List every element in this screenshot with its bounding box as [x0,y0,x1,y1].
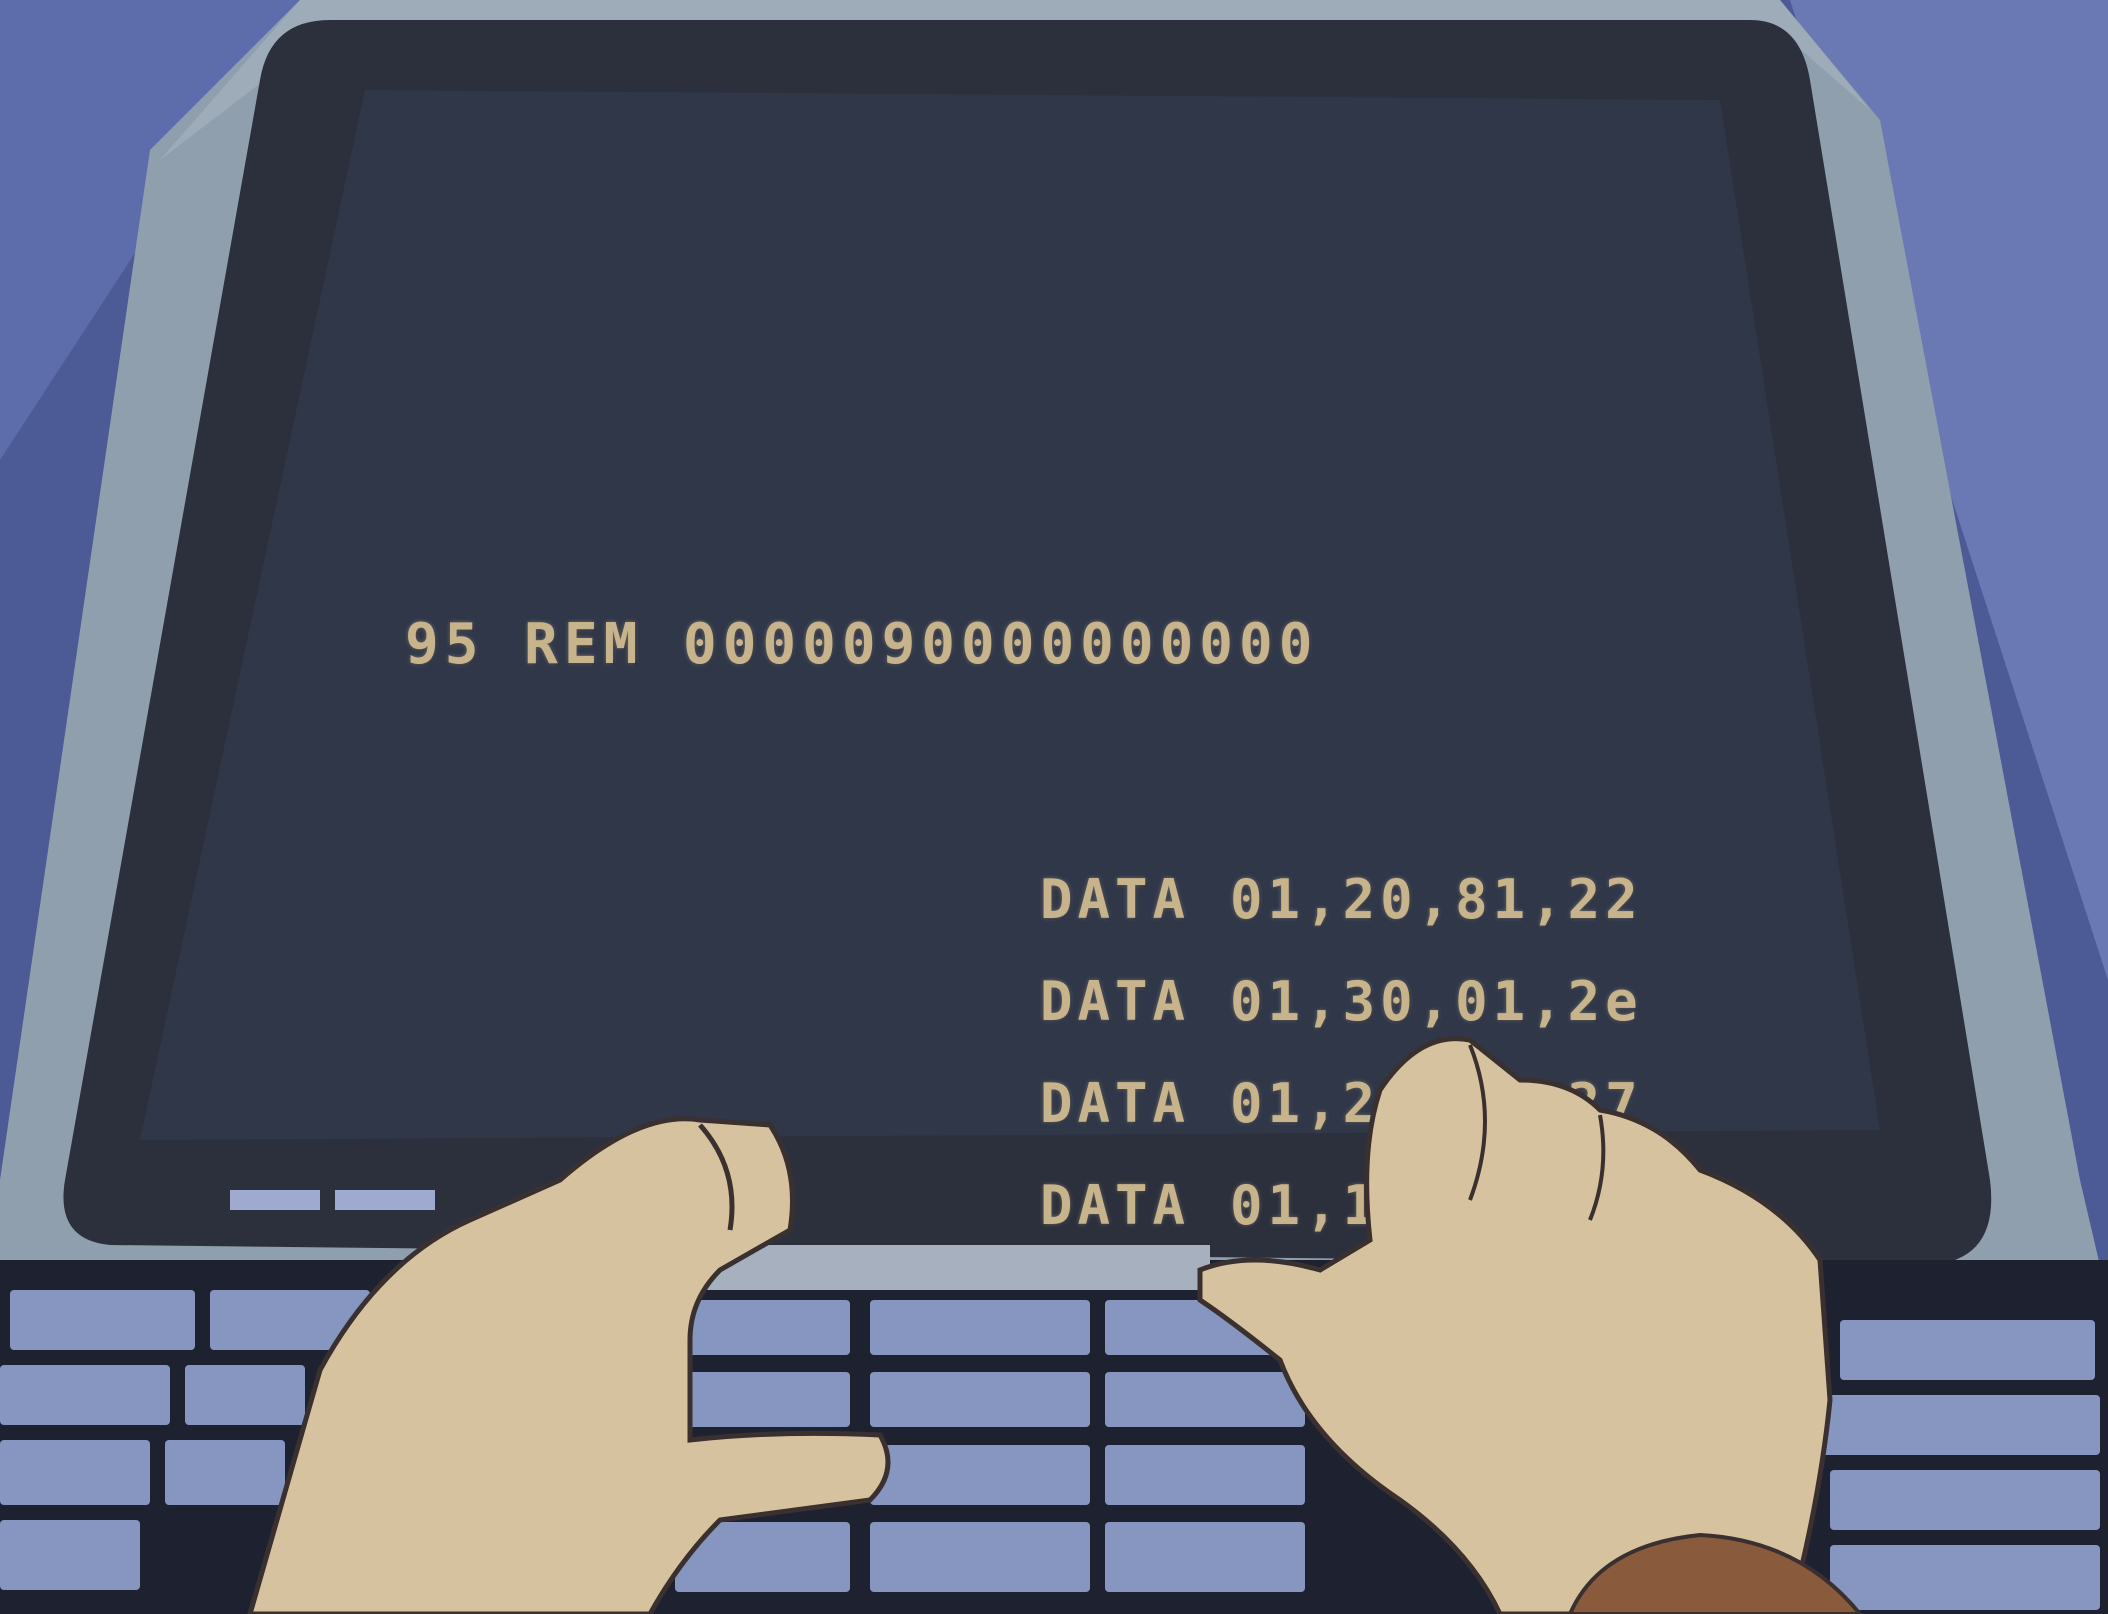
data-keyword: DATA [1040,1174,1191,1237]
data-values: 01,25,81,27 [1230,1072,1643,1135]
data-line: DATA 01,1e 14 [1040,1174,1643,1238]
data-line: DATA 01,20,81,22 [1040,868,1643,932]
data-values: 01,20,81,22 [1230,868,1643,931]
data-keyword: DATA [1040,1072,1191,1135]
data-values: 01,30,01,2e [1230,970,1643,1033]
basic-data-block: DATA 01,20,81,22 DATA 01,30,01,2e DATA 01,2… [1040,830,1643,1257]
scene [0,0,2108,1614]
basic-rem-line: 95 REM 0000090000000000 [405,612,1319,677]
data-values: 01,1e 14 [1230,1174,1643,1237]
indicator-light [335,1190,435,1210]
data-line: DATA 01,30,01,2e [1040,970,1643,1034]
data-keyword: DATA [1040,970,1191,1033]
data-line: DATA 01,25,81,27 [1040,1072,1643,1136]
data-keyword: DATA [1040,868,1191,931]
indicator-light [230,1190,320,1210]
